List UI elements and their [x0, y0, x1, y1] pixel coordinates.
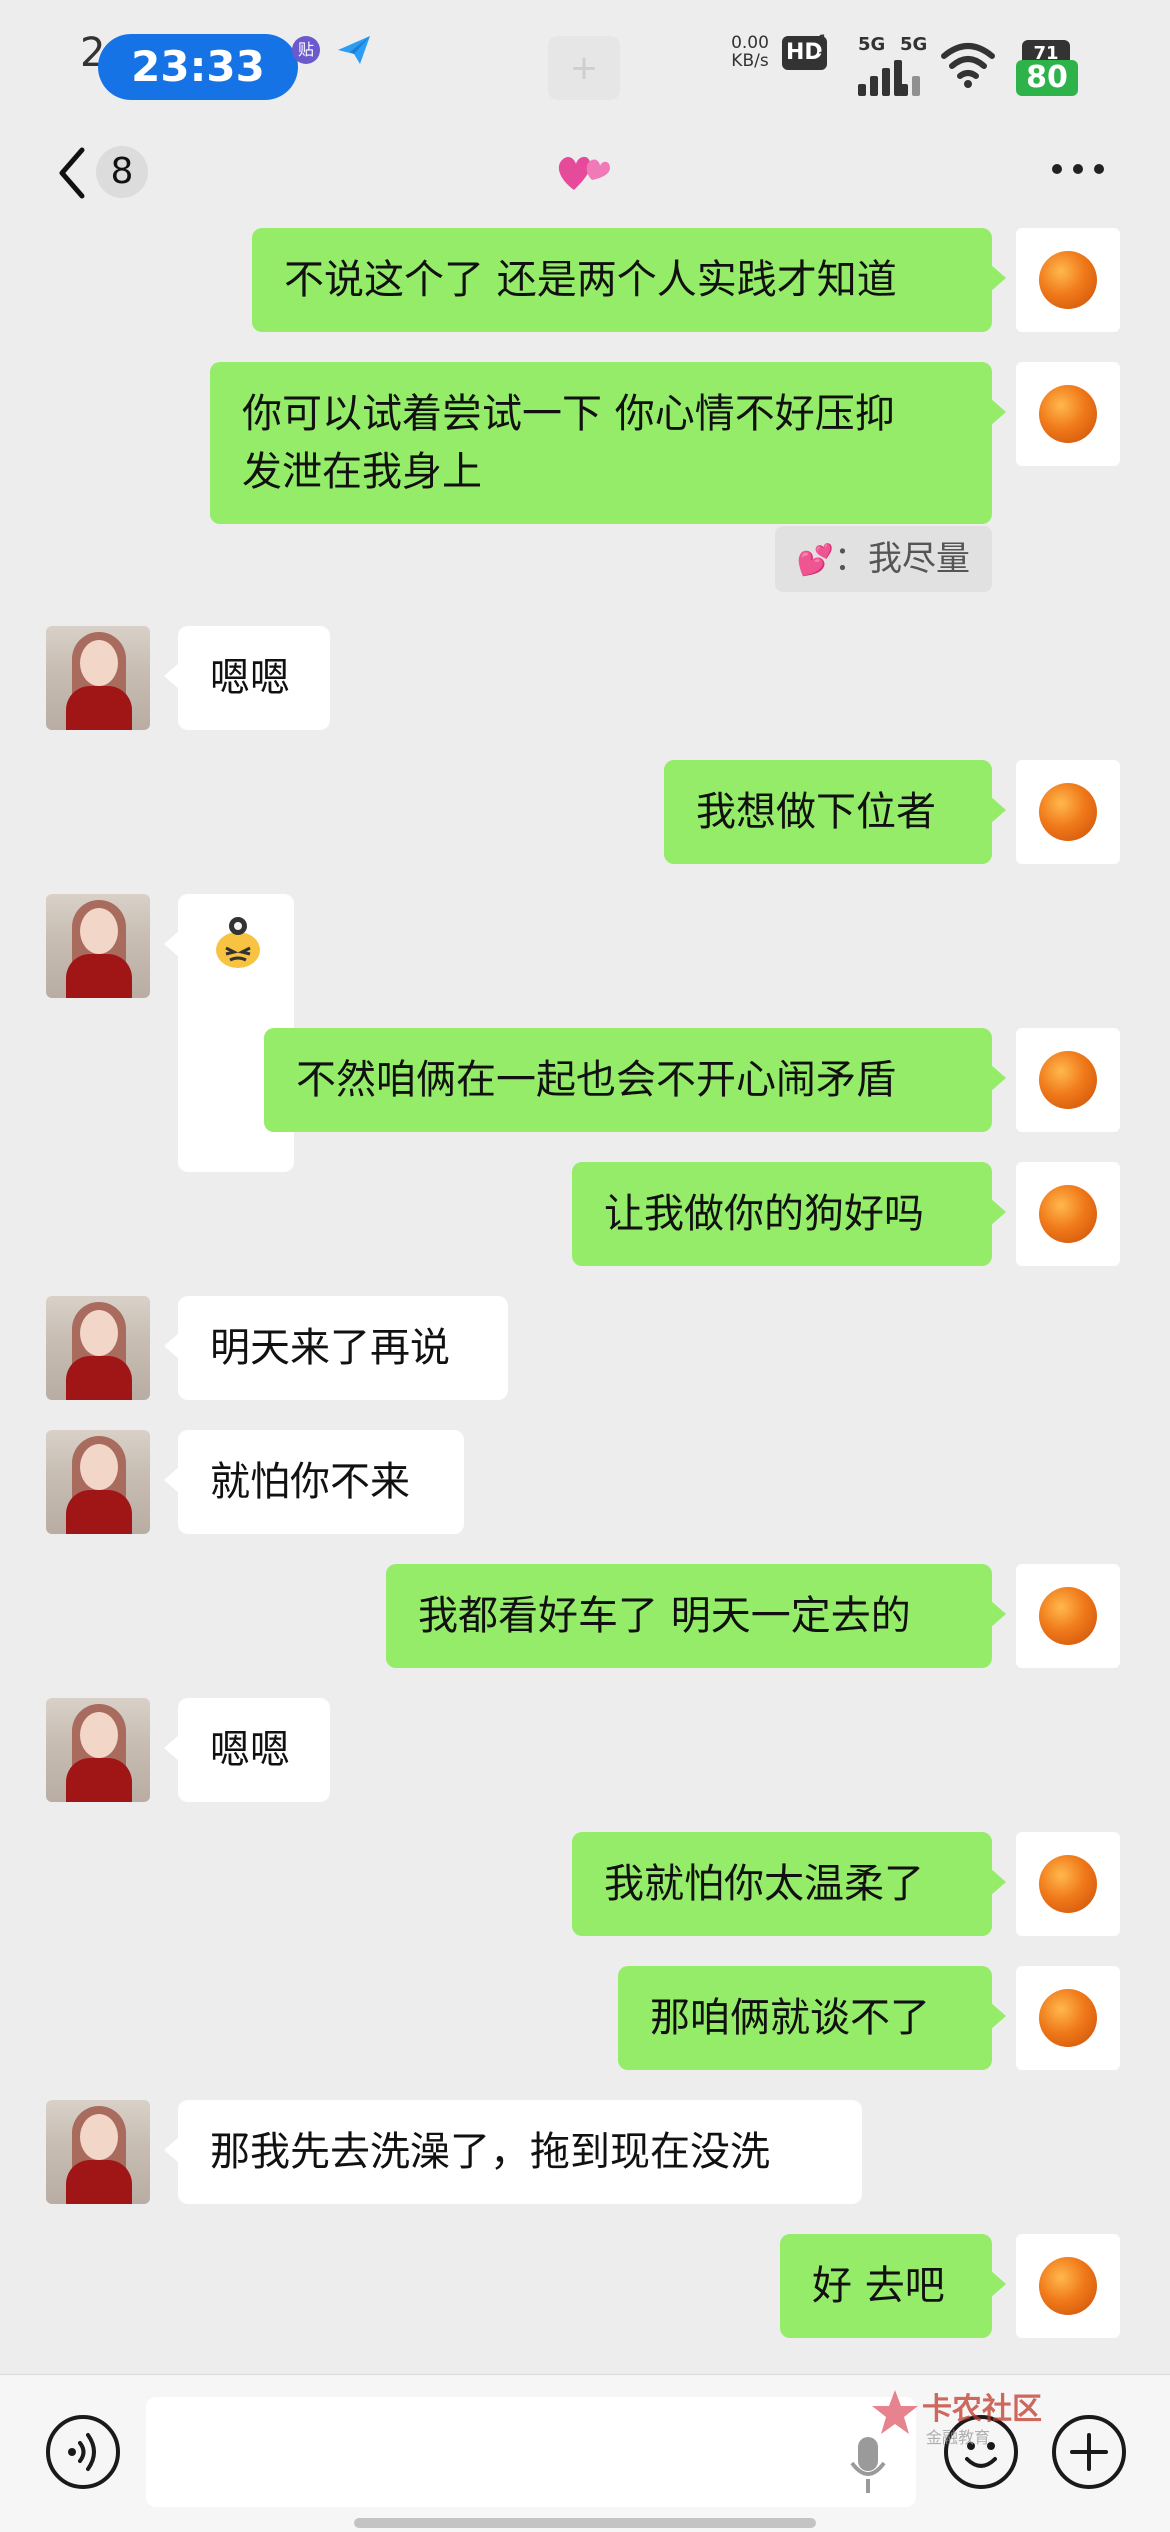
hd-sim-top: 1 — [818, 31, 829, 50]
outgoing-message-bubble[interactable]: 让我做你的狗好吗 — [572, 1162, 1006, 1266]
contact-avatar[interactable] — [46, 626, 150, 730]
pink-hearts-icon: 💕 — [796, 543, 834, 578]
outgoing-message-bubble[interactable]: 我都看好车了 明天一定去的 — [386, 1564, 1006, 1668]
outgoing-message-bubble[interactable]: 我想做下位者 — [664, 760, 1006, 864]
contact-avatar[interactable] — [46, 894, 150, 998]
contact-avatar[interactable] — [46, 1296, 150, 1400]
my-avatar[interactable] — [1016, 2234, 1120, 2338]
my-avatar[interactable] — [1016, 1966, 1120, 2070]
my-avatar[interactable] — [1016, 228, 1120, 332]
battery-percent: 80 — [1016, 60, 1078, 96]
incoming-message-bubble[interactable]: 那我先去洗澡了，拖到现在没洗 — [164, 2100, 862, 2204]
voice-input-button[interactable] — [46, 2415, 120, 2489]
outgoing-message-bubble[interactable]: 不说这个了 还是两个人实践才知道 — [252, 228, 1006, 332]
outgoing-message-bubble[interactable]: 不然咱俩在一起也会不开心闹矛盾 — [264, 1028, 1006, 1132]
unread-count-badge[interactable]: 8 — [96, 146, 148, 198]
network-speed-unit: KB/s — [731, 51, 769, 71]
home-indicator[interactable] — [354, 2518, 816, 2528]
outgoing-message-bubble[interactable]: 我就怕你太温柔了 — [572, 1832, 1006, 1936]
my-avatar[interactable] — [1016, 362, 1120, 466]
quoted-reply-text: ：我尽量 — [834, 539, 970, 579]
incoming-message-bubble[interactable]: 明天来了再说 — [164, 1296, 508, 1400]
my-avatar[interactable] — [1016, 1028, 1120, 1132]
voice-waves-icon — [68, 2433, 96, 2471]
my-avatar[interactable] — [1016, 1832, 1120, 1936]
contact-avatar[interactable] — [46, 1698, 150, 1802]
wifi-icon — [941, 43, 995, 88]
outgoing-message-bubble[interactable]: 你可以试着尝试一下 你心情不好压抑 发泄在我身上 — [210, 362, 1006, 524]
contact-avatar[interactable] — [46, 2100, 150, 2204]
wincing-face-sticker-icon — [216, 917, 260, 968]
my-avatar[interactable] — [1016, 1162, 1120, 1266]
incoming-message-bubble[interactable]: 嗯嗯 — [164, 1698, 330, 1802]
battery-indicator: 71 80 — [1016, 38, 1078, 98]
incoming-message-bubble[interactable]: 就怕你不来 — [164, 1430, 464, 1534]
watermark-subtitle: 金融教育 — [926, 2428, 991, 2447]
network-speed: 0.00 KB/s — [728, 34, 772, 70]
contact-avatar[interactable] — [46, 1430, 150, 1534]
back-chevron-icon[interactable] — [54, 144, 90, 202]
signal-1-label: 5G — [858, 34, 886, 55]
hd-sim-bottom: 2 — [818, 48, 829, 67]
hd-sim-index: 1 2 — [818, 32, 828, 66]
watermark-logo-icon — [872, 2390, 918, 2434]
incoming-message-bubble[interactable]: 嗯嗯 — [164, 626, 330, 730]
my-avatar[interactable] — [1016, 760, 1120, 864]
network-speed-value: 0.00 — [731, 33, 769, 53]
outgoing-message-bubble[interactable]: 好 去吧 — [780, 2234, 1006, 2338]
status-time[interactable]: 23:33 — [98, 34, 298, 100]
chat-title-hearts-icon[interactable] — [552, 140, 614, 200]
my-avatar[interactable] — [1016, 1564, 1120, 1668]
watermark-title: 卡农社区 — [922, 2392, 1042, 2427]
status-bar: 2 23:33 贴 + 0.00 KB/s HD 1 2 5G 5G 71 80 — [0, 0, 1170, 130]
notification-app-icon: 贴 — [292, 36, 320, 64]
chat-header: 8 — [0, 130, 1170, 230]
message-text-input[interactable] — [146, 2397, 916, 2507]
signal-2-label: 5G — [900, 34, 928, 55]
more-options-icon[interactable] — [1052, 164, 1108, 180]
outgoing-message-bubble[interactable]: 那咱俩就谈不了 — [618, 1966, 1006, 2070]
paper-plane-icon — [338, 36, 370, 64]
floating-add-icon: + — [548, 36, 620, 100]
community-watermark: 卡农社区 金融教育 — [870, 2384, 1070, 2454]
quoted-reply[interactable]: 💕：我尽量 — [774, 526, 992, 592]
